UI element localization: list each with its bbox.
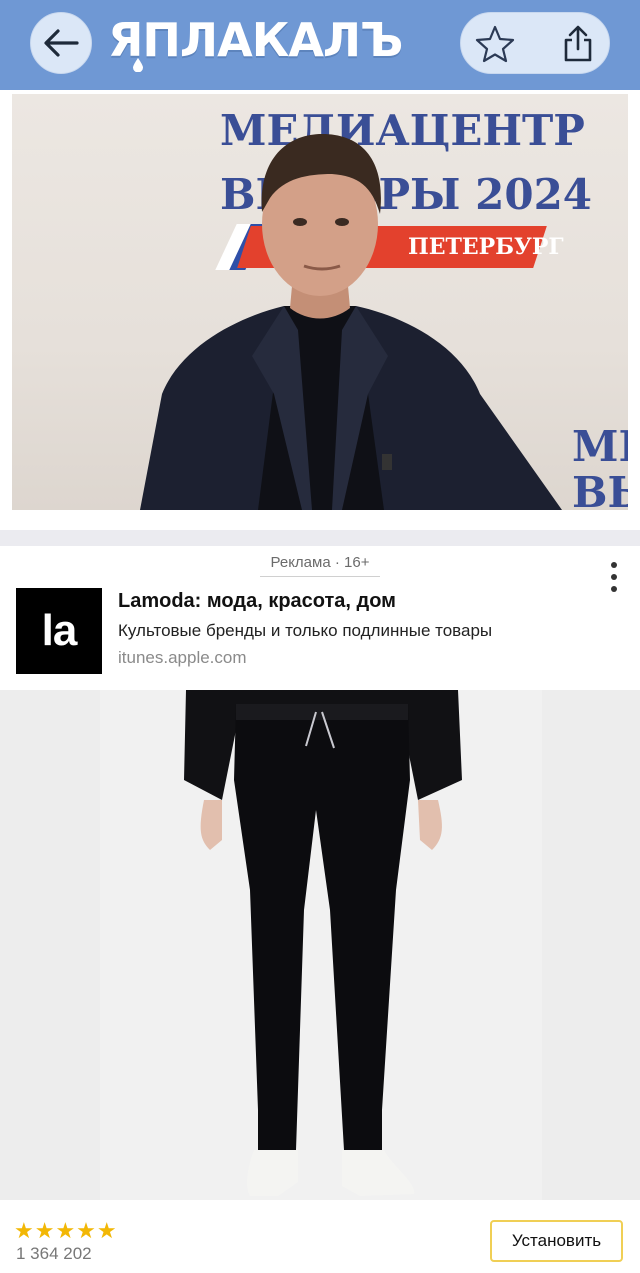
article-photo[interactable]: МЕДИАЦЕНТР ВЫБОРЫ 2024 ПЕТЕРБУРГ МЕ ВЫ	[12, 94, 628, 510]
ad-label-underline	[260, 576, 380, 577]
ad-label: Реклама · 16+	[270, 554, 370, 571]
advertiser-logo[interactable]: la	[16, 588, 102, 674]
rating-count: 1 364 202	[16, 1244, 92, 1263]
back-button[interactable]	[30, 12, 92, 74]
rating-stars: ★★★★★	[14, 1218, 118, 1243]
site-logo[interactable]: ЯПЛАКАЛЪ	[108, 12, 403, 68]
person-figure	[140, 134, 562, 510]
teardrop-icon	[133, 58, 143, 72]
top-navigation-bar: ЯПЛАКАЛЪ	[0, 0, 640, 90]
ad-title[interactable]: Lamoda: мода, красота, дом	[118, 590, 396, 613]
star-outline-icon[interactable]	[475, 25, 515, 63]
trousers-figure	[184, 690, 462, 1196]
ad-domain[interactable]: itunes.apple.com	[118, 648, 247, 668]
arrow-left-icon	[44, 29, 79, 57]
ad-product-image[interactable]	[0, 690, 640, 1200]
more-vertical-icon[interactable]	[604, 560, 624, 594]
actions-pill	[460, 12, 610, 74]
ad-description[interactable]: Культовые бренды и только подлинные това…	[118, 621, 492, 641]
install-button[interactable]: Установить	[490, 1220, 623, 1262]
section-divider	[0, 530, 640, 546]
share-icon[interactable]	[561, 25, 595, 63]
